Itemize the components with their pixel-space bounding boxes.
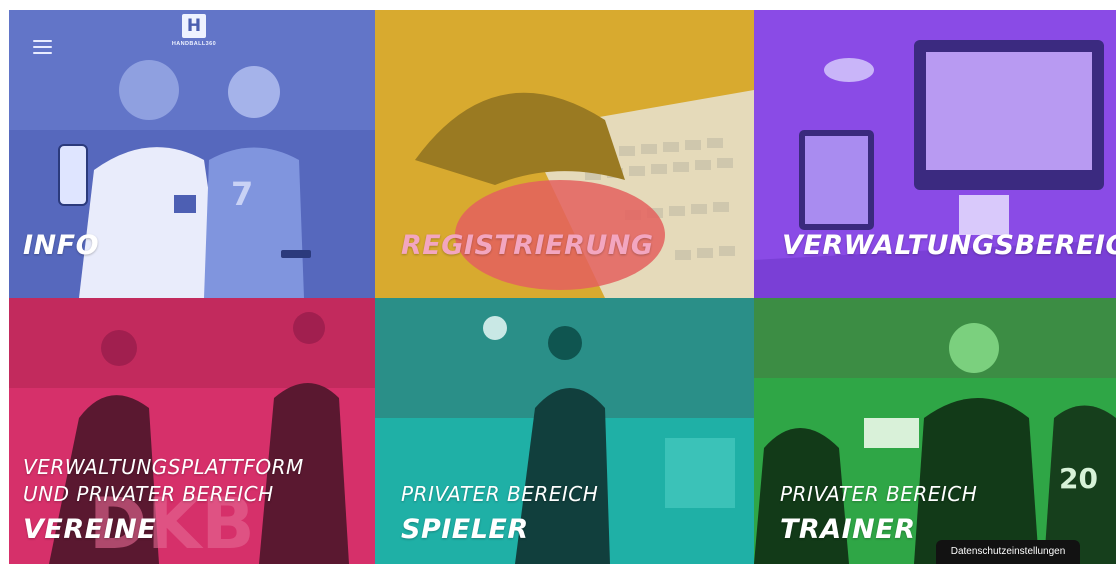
privacy-settings-button[interactable]: Datenschutzeinstellungen <box>936 540 1080 564</box>
hamburger-menu-icon[interactable] <box>33 40 52 54</box>
svg-text:20: 20 <box>1059 462 1098 495</box>
tile-grid: 7 H HANDBALL360 INFO REGISTRIERUNG VERWA… <box>9 10 1116 564</box>
tile-trainer-subtitle: PRIVATER BEREICH <box>780 482 978 506</box>
tile-vereine[interactable]: DKB VERWALTUNGSPLATTFORM UND PRIVATER BE… <box>9 298 375 564</box>
tile-info-title: INFO <box>23 230 100 261</box>
tile-verwaltung[interactable]: VERWALTUNGSBEREIC <box>754 10 1116 298</box>
tile-spieler-title: SPIELER <box>401 514 529 545</box>
svg-text:7: 7 <box>231 175 253 213</box>
logo-mark: H <box>182 14 206 38</box>
tile-verwaltung-title: VERWALTUNGSBEREIC <box>782 230 1116 261</box>
tile-info[interactable]: 7 H HANDBALL360 INFO <box>9 10 375 298</box>
tile-trainer-title: TRAINER <box>780 514 916 545</box>
tile-vereine-subtitle-line1: VERWALTUNGSPLATTFORM <box>23 455 304 479</box>
tile-vereine-subtitle-line2: UND PRIVATER BEREICH <box>23 482 274 506</box>
tile-spieler-subtitle: PRIVATER BEREICH <box>401 482 599 506</box>
tile-trainer[interactable]: 20 PRIVATER BEREICH TRAINER <box>754 298 1116 564</box>
tile-vereine-title: VEREINE <box>23 514 157 545</box>
tile-registrierung[interactable]: REGISTRIERUNG <box>375 10 754 298</box>
logo-text: HANDBALL360 <box>171 41 217 47</box>
tile-spieler[interactable]: PRIVATER BEREICH SPIELER <box>375 298 754 564</box>
tile-registrierung-title: REGISTRIERUNG <box>401 230 654 261</box>
handball360-logo[interactable]: H HANDBALL360 <box>167 14 221 47</box>
